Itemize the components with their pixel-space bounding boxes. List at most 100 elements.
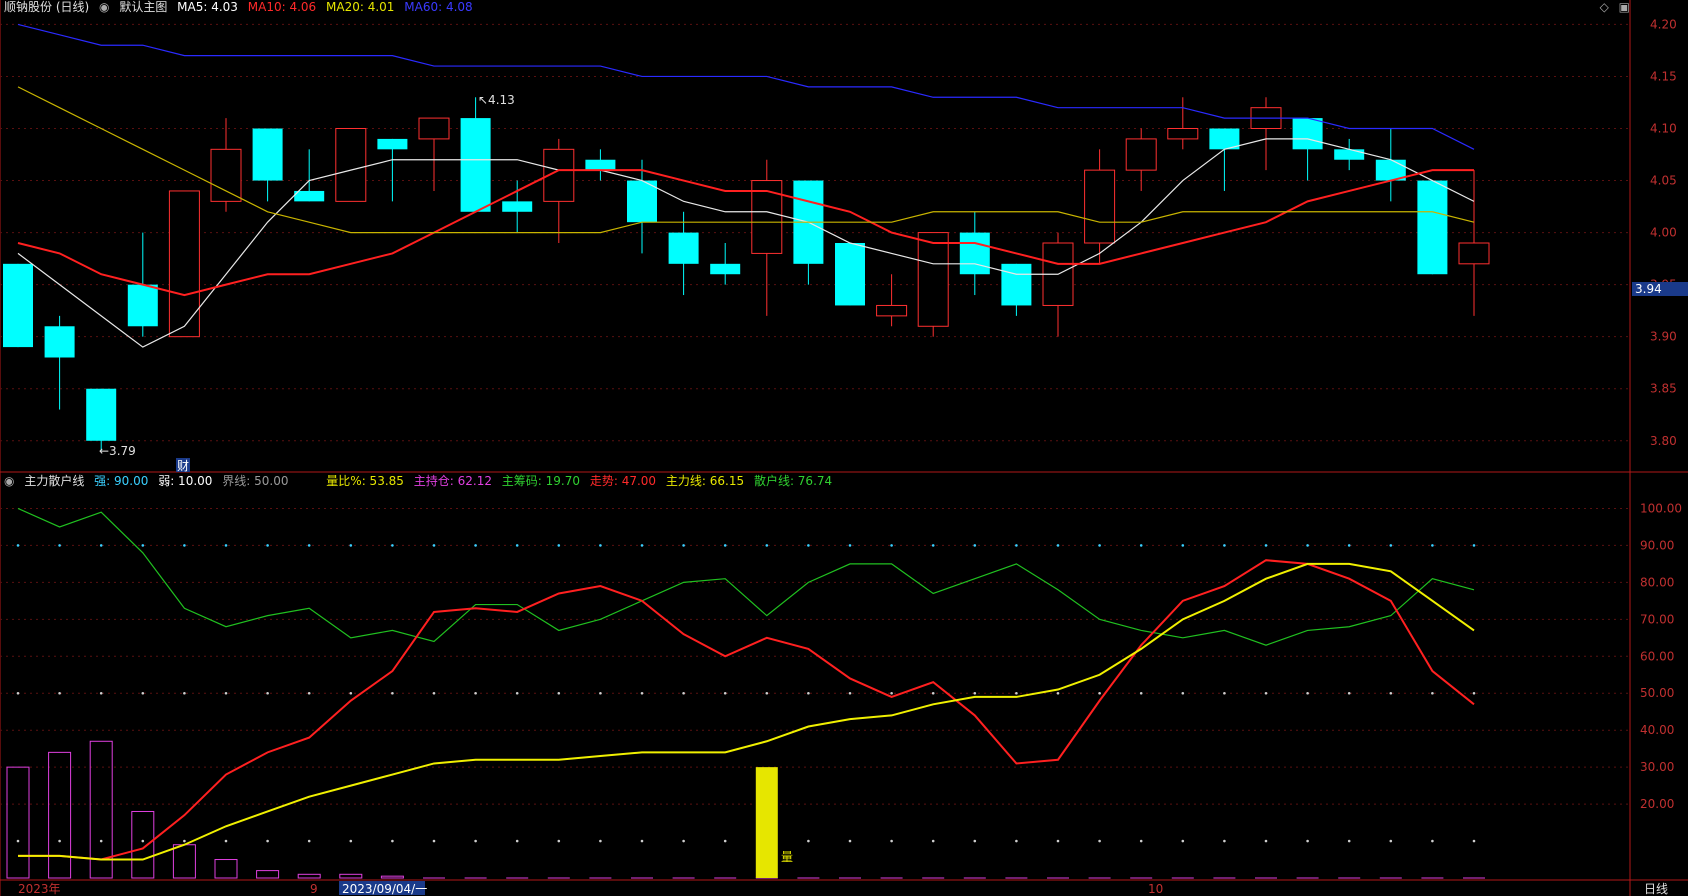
threshold-dot <box>432 839 436 843</box>
threshold-dot <box>765 691 769 695</box>
threshold-dot <box>307 544 311 547</box>
threshold-dot <box>640 544 644 547</box>
threshold-dot <box>1306 544 1309 547</box>
value-main-position: 主持仓: 62.12 <box>413 474 492 488</box>
param-strong: 强: 90.00 <box>94 474 149 488</box>
threshold-dot <box>1139 544 1143 547</box>
threshold-dot <box>1139 691 1143 695</box>
settings-icon[interactable]: ◉ <box>99 0 109 14</box>
threshold-dot <box>141 839 145 843</box>
threshold-dot <box>723 691 727 695</box>
threshold-dot <box>848 544 852 547</box>
date-label-cursor: 2023/09/04/一 <box>342 882 427 896</box>
candle-body-up <box>335 128 367 202</box>
main-position-bar <box>131 810 155 879</box>
volume-marker-label: 量 <box>781 850 793 864</box>
threshold-dot <box>1098 691 1101 695</box>
indicator-name[interactable]: 主力散户线 <box>24 474 84 488</box>
threshold-dot <box>1098 544 1101 547</box>
candle-body-down <box>1334 149 1365 160</box>
candle-body-down <box>86 388 117 441</box>
indicator-tick-label: 80.00 <box>1640 575 1674 589</box>
threshold-dot <box>557 839 561 843</box>
indicator-settings-icon[interactable]: ◉ <box>4 474 14 488</box>
window-icon[interactable]: ▣ <box>1619 0 1630 14</box>
threshold-dot <box>141 691 145 695</box>
value-trend: 走势: 47.00 <box>589 474 657 488</box>
current-price-tag: 3.94 <box>1632 282 1688 296</box>
threshold-dot <box>1472 544 1476 547</box>
axis-labels: 4.204.154.104.054.003.953.903.853.80100.… <box>1640 17 1682 811</box>
threshold-dot <box>1056 544 1060 547</box>
threshold-dot <box>183 544 186 547</box>
indicator-tick-label: 30.00 <box>1640 760 1674 774</box>
threshold-dot <box>224 691 228 695</box>
candle-body-down <box>1417 180 1448 275</box>
threshold-dot <box>1347 544 1351 547</box>
candle-body-down <box>252 128 283 181</box>
threshold-dot <box>16 839 20 843</box>
threshold-dot <box>1389 544 1393 547</box>
threshold-dot <box>141 544 145 547</box>
candle-body-down <box>1292 118 1323 150</box>
price-tick-label: 4.20 <box>1650 17 1677 31</box>
threshold-dot <box>1347 839 1351 843</box>
threshold-dot <box>599 544 602 547</box>
kline-chart[interactable]: 4.204.154.104.054.003.953.903.853.80100.… <box>0 0 1688 896</box>
threshold-dot <box>1347 691 1351 695</box>
threshold-dot <box>1431 839 1434 843</box>
candle-body-down <box>502 201 533 212</box>
threshold-dot <box>1389 839 1393 843</box>
threshold-dot <box>765 544 769 547</box>
threshold-dot <box>1223 691 1226 695</box>
threshold-dot <box>266 691 269 695</box>
threshold-dot <box>723 544 727 547</box>
threshold-dot <box>1015 691 1018 695</box>
volume-marker-bar <box>755 767 778 878</box>
main-position-bar <box>297 873 321 879</box>
threshold-dot <box>16 544 20 547</box>
threshold-dot <box>931 839 935 843</box>
threshold-dot <box>99 544 103 547</box>
main-position-bar <box>214 859 238 879</box>
threshold-dot <box>1015 544 1018 547</box>
ma60-label: MA60: 4.08 <box>404 0 473 14</box>
low-marker-label: ←3.79 <box>99 444 136 458</box>
candle-body-down <box>460 118 491 212</box>
threshold-dot <box>1015 839 1018 843</box>
threshold-dot <box>973 839 977 843</box>
stock-title[interactable]: 顺钠股份 (日线) <box>4 0 89 14</box>
main-chart-legend: 顺钠股份 (日线) ◉ 默认主图 MA5: 4.03 MA10: 4.06 MA… <box>4 0 479 14</box>
candle-body-down <box>3 263 33 348</box>
price-tick-label: 3.80 <box>1650 434 1677 448</box>
threshold-dot <box>1431 691 1434 695</box>
threshold-dot <box>1389 691 1393 695</box>
candle-body-down <box>668 232 699 264</box>
param-weak: 弱: 10.00 <box>158 474 213 488</box>
threshold-dot <box>266 839 269 843</box>
price-tick-label: 4.15 <box>1650 69 1677 83</box>
candle-body-down <box>835 243 865 306</box>
diamond-icon[interactable]: ◇ <box>1600 0 1609 14</box>
threshold-dot <box>599 691 602 695</box>
threshold-dot <box>1181 839 1185 843</box>
candle-body-down <box>959 232 990 275</box>
candle-body-up <box>168 190 200 338</box>
threshold-dot <box>1139 839 1143 843</box>
threshold-dot <box>1264 691 1268 695</box>
threshold-dot <box>432 544 436 547</box>
threshold-dot <box>682 691 685 695</box>
threshold-dot <box>973 544 977 547</box>
value-main-line: 主力线: 66.15 <box>665 474 745 488</box>
threshold-dot <box>599 839 602 843</box>
ma-line-ma60 <box>17 23 1475 150</box>
price-tick-label: 3.90 <box>1650 330 1677 344</box>
threshold-dot <box>1264 544 1268 547</box>
date-label-oct: 10 <box>1148 882 1163 896</box>
threshold-dot <box>848 839 852 843</box>
threshold-dot <box>99 691 103 695</box>
main-chart-label[interactable]: 默认主图 <box>119 0 167 14</box>
threshold-dot <box>1306 839 1309 843</box>
main-position-bar <box>6 766 30 879</box>
threshold-dot <box>890 839 893 843</box>
